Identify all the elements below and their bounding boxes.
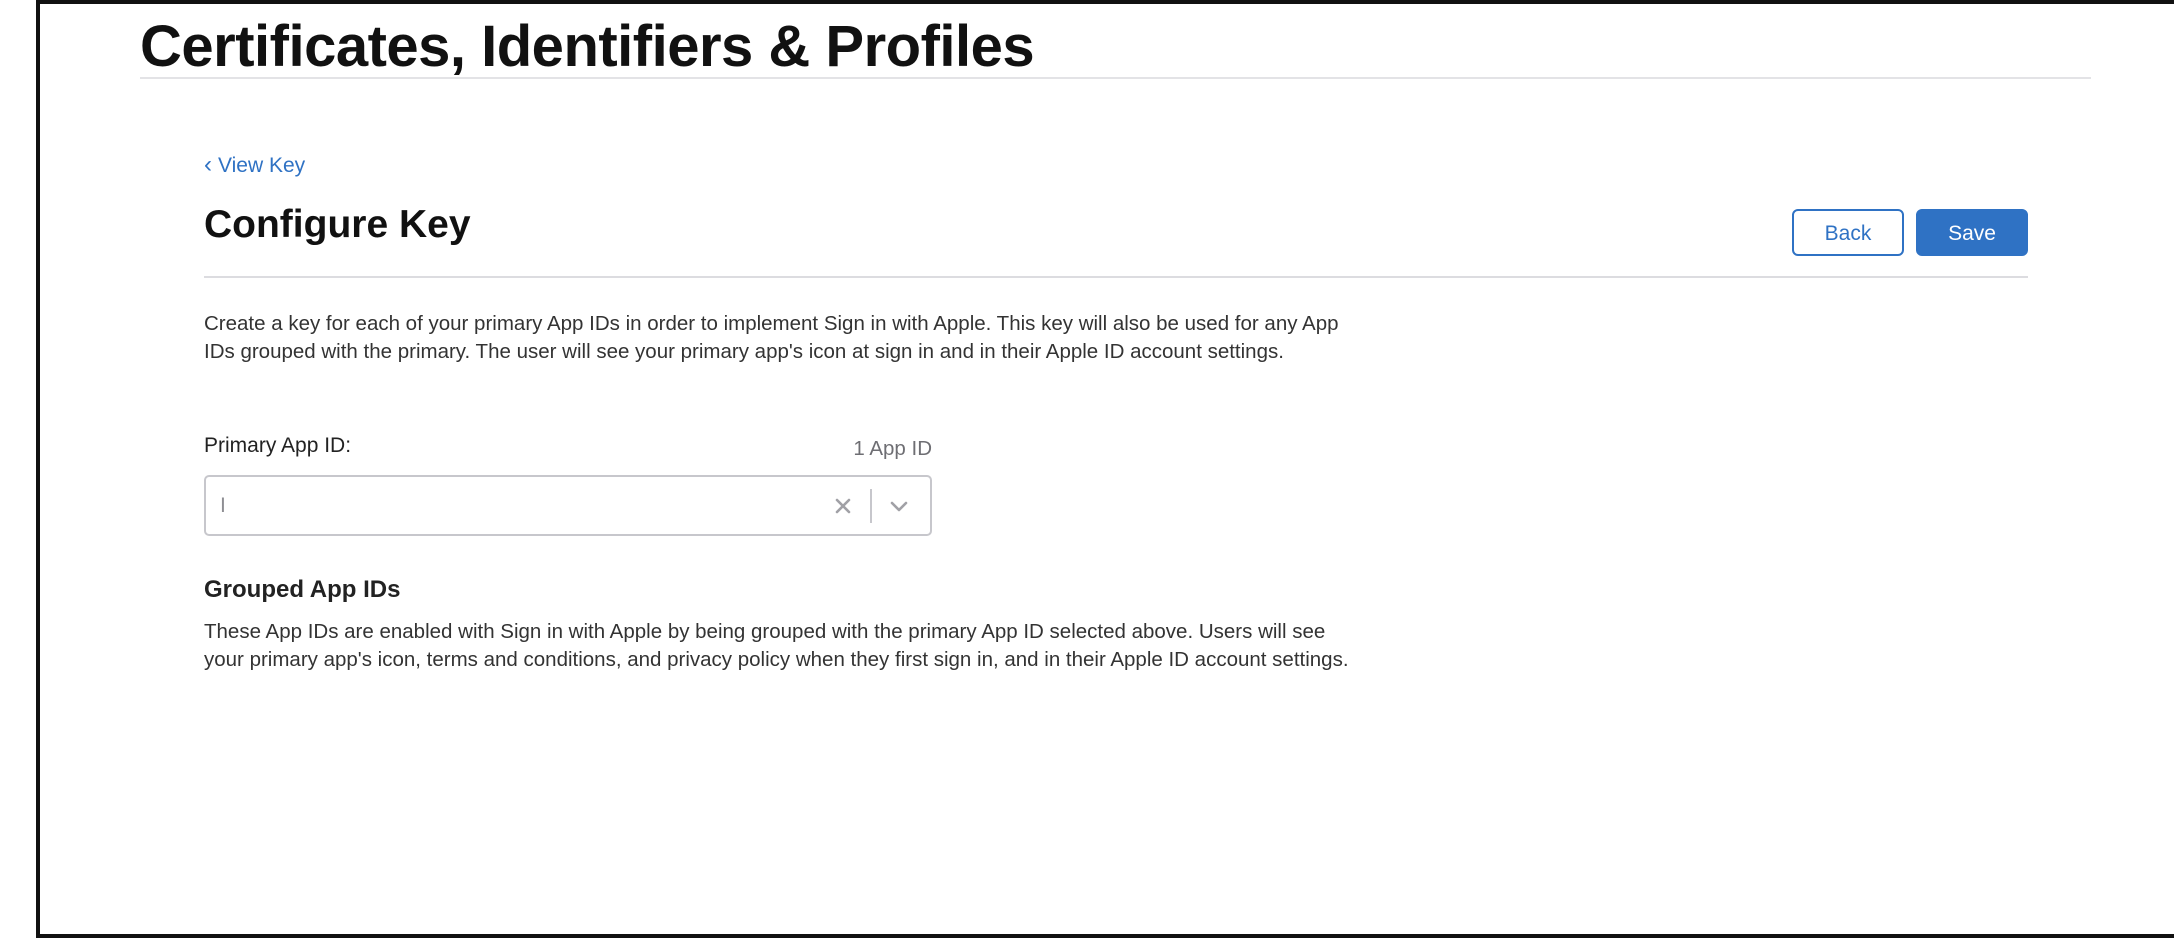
back-button[interactable]: Back xyxy=(1792,209,1904,256)
view-key-link-label: View Key xyxy=(218,154,306,177)
primary-app-id-value[interactable]: I xyxy=(220,491,226,521)
header-divider xyxy=(204,276,2028,278)
chevron-left-icon: ‹ xyxy=(204,151,212,178)
page-frame: Certificates, Identifiers & Profiles ‹ Vi… xyxy=(36,0,2174,938)
chevron-down-icon[interactable] xyxy=(886,493,912,519)
grouped-app-ids-heading: Grouped App IDs xyxy=(204,576,401,603)
primary-app-id-label: Primary App ID: xyxy=(204,434,352,457)
grouped-app-ids-description: These App IDs are enabled with Sign in w… xyxy=(204,620,1349,671)
select-separator xyxy=(870,489,872,523)
save-button[interactable]: Save xyxy=(1916,209,2028,256)
page-title: Configure Key xyxy=(204,203,471,246)
app-id-count: 1 App ID xyxy=(853,437,932,460)
close-x-icon[interactable] xyxy=(830,493,856,519)
intro-text: Create a key for each of your primary Ap… xyxy=(204,312,1339,363)
title-divider xyxy=(140,77,2091,79)
site-title: Certificates, Identifiers & Profiles xyxy=(140,14,1035,79)
primary-app-id-select[interactable]: I xyxy=(204,475,932,536)
view-key-link[interactable]: ‹ View Key xyxy=(204,150,305,181)
